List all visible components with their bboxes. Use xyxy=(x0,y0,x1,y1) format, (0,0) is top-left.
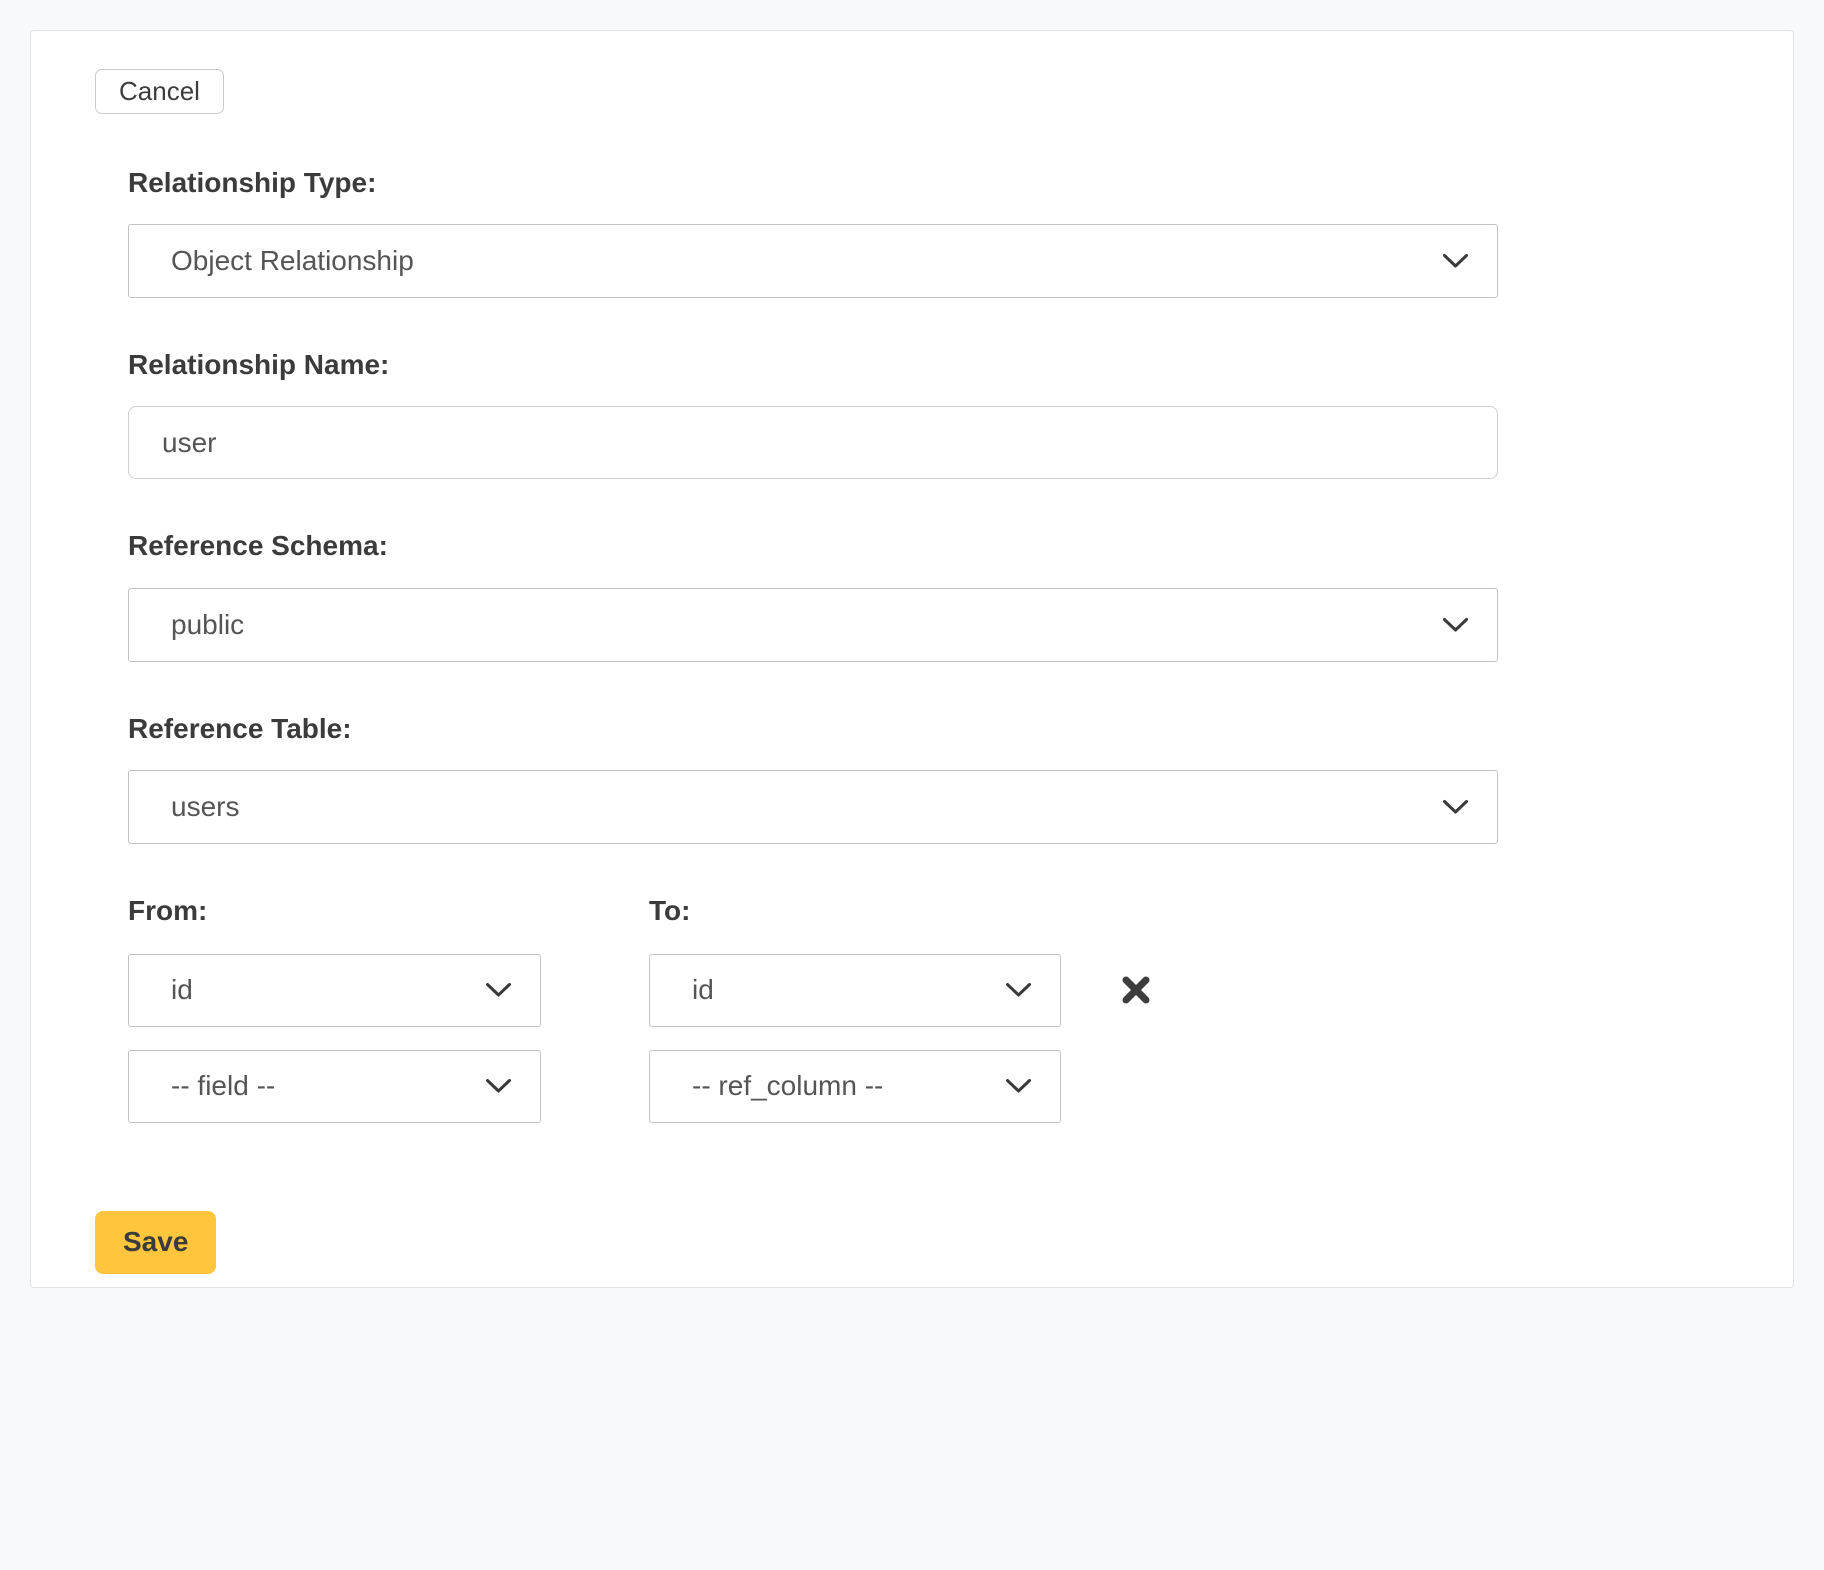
relationship-type-select[interactable]: Object Relationship xyxy=(128,224,1498,298)
new-field-value: -- field -- xyxy=(171,1070,275,1102)
new-ref-column-value: -- ref_column -- xyxy=(692,1070,883,1102)
relationship-name-label: Relationship Name: xyxy=(128,349,1498,381)
chevron-down-icon xyxy=(485,982,512,998)
remove-mapping-button[interactable] xyxy=(1116,970,1156,1010)
reference-table-label: Reference Table: xyxy=(128,713,1498,745)
times-icon xyxy=(1120,974,1152,1006)
new-ref-column-select[interactable]: -- ref_column -- xyxy=(649,1050,1061,1123)
reference-schema-label: Reference Schema: xyxy=(128,530,1498,562)
column-mapping-section: From: To: id id xyxy=(128,895,1498,1123)
save-button[interactable]: Save xyxy=(95,1211,216,1274)
relationship-type-field: Relationship Type: Object Relationship xyxy=(128,167,1498,298)
mapping-row: id id xyxy=(128,954,1498,1027)
reference-schema-value: public xyxy=(171,609,244,641)
new-field-select[interactable]: -- field -- xyxy=(128,1050,541,1123)
to-column-value: id xyxy=(692,974,714,1006)
mapping-row: -- field -- -- ref_column -- xyxy=(128,1050,1498,1123)
from-label: From: xyxy=(128,895,649,927)
chevron-down-icon xyxy=(1442,617,1469,633)
relationship-type-label: Relationship Type: xyxy=(128,167,1498,199)
from-column-select[interactable]: id xyxy=(128,954,541,1027)
relationship-name-input[interactable] xyxy=(128,406,1498,479)
cancel-button[interactable]: Cancel xyxy=(95,69,224,114)
add-relationship-panel: Cancel Relationship Type: Object Relatio… xyxy=(30,30,1794,1288)
reference-schema-field: Reference Schema: public xyxy=(128,530,1498,661)
chevron-down-icon xyxy=(1442,799,1469,815)
relationship-type-value: Object Relationship xyxy=(171,245,414,277)
relationship-form: Relationship Type: Object Relationship R… xyxy=(128,167,1498,1123)
to-column-select[interactable]: id xyxy=(649,954,1061,1027)
chevron-down-icon xyxy=(485,1078,512,1094)
reference-schema-select[interactable]: public xyxy=(128,588,1498,662)
page-background: Cancel Relationship Type: Object Relatio… xyxy=(0,30,1824,1570)
reference-table-field: Reference Table: users xyxy=(128,713,1498,844)
chevron-down-icon xyxy=(1442,253,1469,269)
chevron-down-icon xyxy=(1005,982,1032,998)
reference-table-select[interactable]: users xyxy=(128,770,1498,844)
chevron-down-icon xyxy=(1005,1078,1032,1094)
column-mapping-header: From: To: xyxy=(128,895,1498,927)
reference-table-value: users xyxy=(171,791,239,823)
to-label: To: xyxy=(649,895,690,927)
relationship-name-field: Relationship Name: xyxy=(128,349,1498,479)
from-column-value: id xyxy=(171,974,193,1006)
